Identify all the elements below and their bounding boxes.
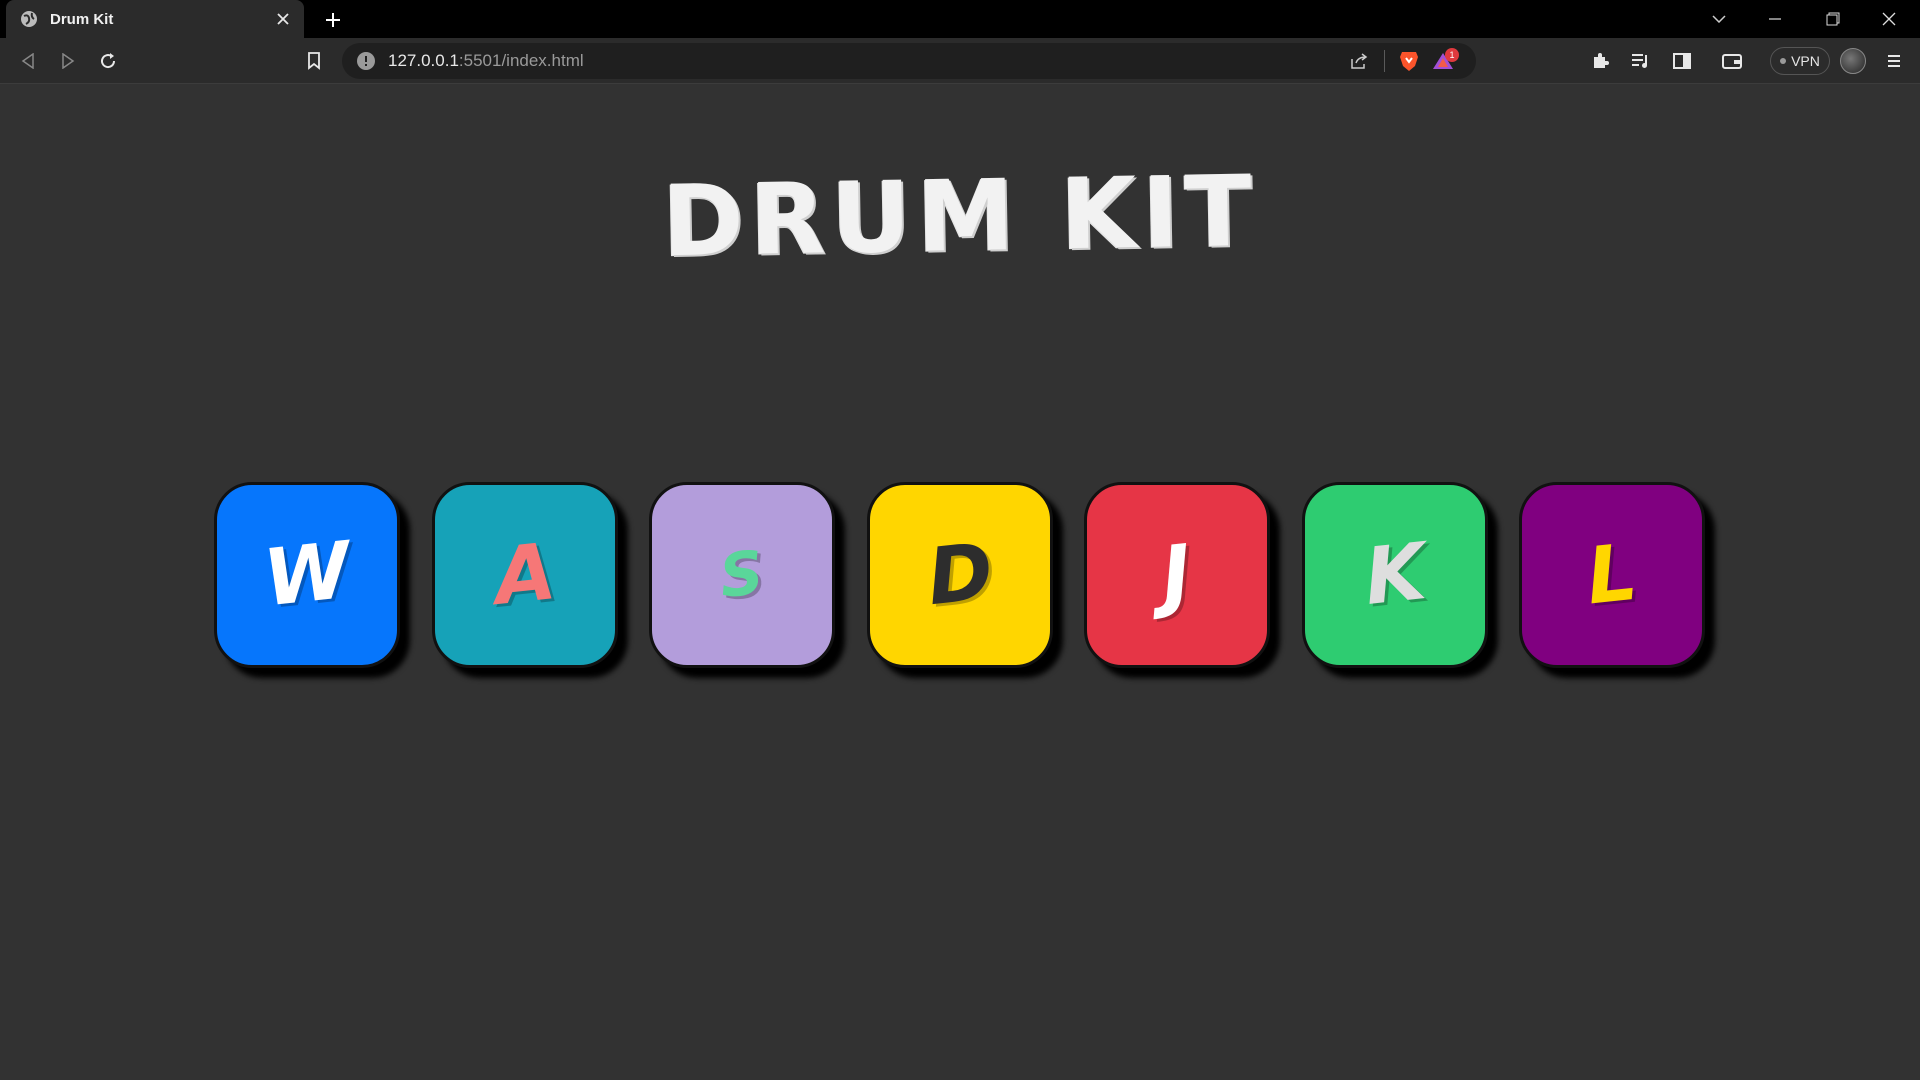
- restore-icon[interactable]: [1810, 5, 1856, 33]
- site-info-icon[interactable]: [356, 51, 376, 71]
- drum-key-label: J: [1157, 528, 1197, 622]
- extensions-icon[interactable]: [1586, 47, 1614, 75]
- tab-search-chevron-icon[interactable]: [1696, 5, 1742, 33]
- media-playlist-icon[interactable]: [1627, 47, 1655, 75]
- wallet-icon[interactable]: [1718, 47, 1746, 75]
- url-path: :5501/index.html: [458, 51, 584, 70]
- url-host: 127.0.0.1: [388, 51, 459, 70]
- drum-button-k[interactable]: K: [1302, 482, 1488, 668]
- vpn-status-dot: [1780, 58, 1787, 64]
- drum-key-label: D: [923, 526, 997, 624]
- drum-button-j[interactable]: J: [1084, 482, 1270, 668]
- vpn-button[interactable]: VPN: [1770, 47, 1830, 75]
- close-window-icon[interactable]: [1866, 5, 1912, 33]
- globe-icon: [20, 10, 38, 28]
- menu-icon[interactable]: [1880, 47, 1908, 75]
- drum-key-label: A: [490, 527, 560, 623]
- minimize-icon[interactable]: [1752, 5, 1798, 33]
- brave-rewards-icon[interactable]: 1: [1423, 46, 1463, 76]
- reload-icon[interactable]: [94, 47, 122, 75]
- drum-button-w[interactable]: W: [214, 482, 400, 668]
- omnibox-actions: 1: [1344, 43, 1463, 79]
- new-tab-button[interactable]: [320, 7, 346, 33]
- page-title: DRUM KIT: [661, 154, 1259, 280]
- drum-set: W A S D J K L: [214, 482, 1714, 668]
- close-tab-icon[interactable]: [272, 8, 294, 30]
- browser-toolbar: 127.0.0.1:5501/index.html 1 VPN: [0, 38, 1920, 84]
- brave-shield-icon[interactable]: [1395, 46, 1423, 76]
- drum-button-a[interactable]: A: [432, 482, 618, 668]
- browser-tab[interactable]: Drum Kit: [6, 0, 304, 38]
- drum-button-d[interactable]: D: [867, 482, 1053, 668]
- drum-key-label: S: [716, 537, 768, 613]
- divider: [1384, 50, 1385, 72]
- drum-key-label: L: [1582, 527, 1642, 623]
- sidebar-icon[interactable]: [1668, 47, 1696, 75]
- drum-key-label: W: [259, 525, 355, 625]
- address-bar[interactable]: 127.0.0.1:5501/index.html: [342, 43, 1476, 79]
- drum-button-s[interactable]: S: [649, 482, 835, 668]
- back-icon[interactable]: [14, 47, 42, 75]
- tab-title: Drum Kit: [50, 10, 114, 28]
- drum-button-l[interactable]: L: [1519, 482, 1705, 668]
- vpn-label: VPN: [1791, 53, 1820, 69]
- tab-strip: Drum Kit: [0, 0, 1920, 38]
- url-text: 127.0.0.1:5501/index.html: [388, 51, 1462, 71]
- profile-avatar[interactable]: [1840, 48, 1866, 74]
- drum-key-label: K: [1360, 527, 1430, 623]
- share-icon[interactable]: [1344, 46, 1374, 76]
- bookmark-icon[interactable]: [300, 47, 328, 75]
- forward-icon[interactable]: [54, 47, 82, 75]
- notification-badge: 1: [1445, 48, 1459, 62]
